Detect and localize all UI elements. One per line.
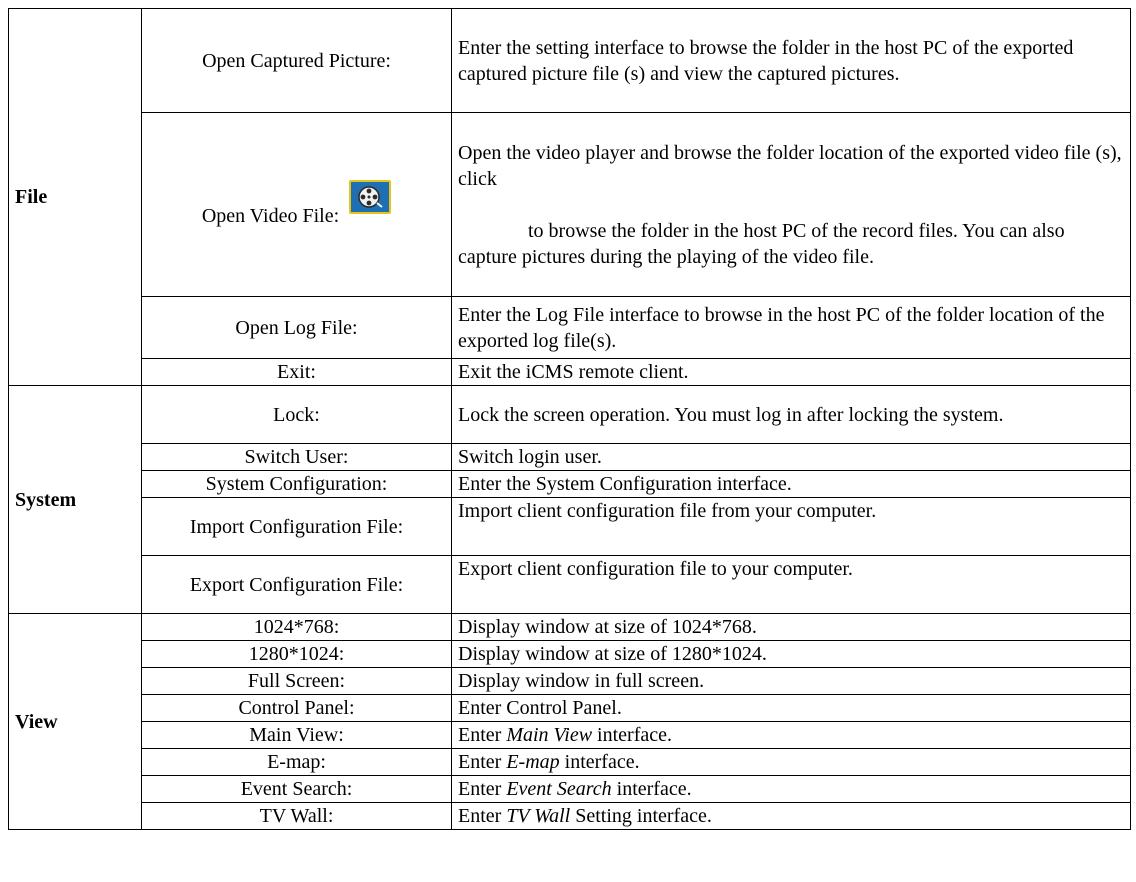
- desc-main-view-post: interface.: [592, 724, 672, 746]
- table-row: System Configuration: Enter the System C…: [9, 470, 1131, 498]
- desc-tv-wall: Enter TV Wall Setting interface.: [451, 802, 1131, 830]
- desc-main-view-pre: Enter: [458, 724, 507, 746]
- item-lock: Lock:: [141, 385, 452, 444]
- desc-full-screen: Display window in full screen.: [451, 667, 1131, 695]
- desc-1024x768: Display window at size of 1024*768.: [451, 613, 1131, 641]
- table-row: System Lock: Lock the screen operation. …: [8, 385, 1131, 614]
- menu-reference-table: File Open Captured Picture: Enter the se…: [8, 8, 1131, 830]
- item-open-video-file: Open Video File:: [141, 112, 452, 297]
- table-row: Open Video File: Open the video player a…: [9, 112, 1131, 297]
- table-row: Switch User: Switch login user.: [9, 443, 1131, 471]
- desc-system-configuration: Enter the System Configuration interface…: [451, 470, 1131, 498]
- item-1024x768: 1024*768:: [141, 613, 452, 641]
- desc-switch-user: Switch login user.: [451, 443, 1131, 471]
- category-file: File: [8, 8, 142, 386]
- table-row: Event Search: Enter Event Search interfa…: [9, 775, 1131, 803]
- video-file-icon: [349, 180, 392, 214]
- table-row: E-map: Enter E-map interface.: [9, 748, 1131, 776]
- item-export-configuration-file: Export Configuration File:: [141, 555, 452, 614]
- item-open-captured-picture: Open Captured Picture:: [141, 8, 452, 113]
- desc-tv-wall-post: Setting interface.: [570, 805, 712, 827]
- desc-exit: Exit the iCMS remote client.: [451, 358, 1131, 386]
- table-row: 1280*1024: Display window at size of 128…: [9, 640, 1131, 668]
- desc-open-log-file: Enter the Log File interface to browse i…: [451, 296, 1131, 359]
- desc-event-search-em: Event Search: [506, 778, 612, 800]
- desc-event-search: Enter Event Search interface.: [451, 775, 1131, 803]
- desc-e-map-pre: Enter: [458, 751, 507, 773]
- item-main-view: Main View:: [141, 721, 452, 749]
- desc-main-view-em: Main View: [506, 724, 593, 746]
- desc-e-map: Enter E-map interface.: [451, 748, 1131, 776]
- item-event-search: Event Search:: [141, 775, 452, 803]
- item-system-configuration: System Configuration:: [141, 470, 452, 498]
- desc-event-search-post: interface.: [611, 778, 692, 800]
- table-row: Exit: Exit the iCMS remote client.: [9, 358, 1131, 386]
- item-open-video-file-label: Open Video File:: [201, 205, 340, 227]
- category-view: View: [8, 613, 142, 830]
- desc-lock: Lock the screen operation. You must log …: [451, 385, 1131, 444]
- item-exit: Exit:: [141, 358, 452, 386]
- desc-tv-wall-em: TV Wall: [506, 805, 571, 827]
- desc-tv-wall-pre: Enter: [458, 805, 507, 827]
- item-control-panel: Control Panel:: [141, 694, 452, 722]
- table-row: Main View: Enter Main View interface.: [9, 721, 1131, 749]
- category-system: System: [8, 385, 142, 614]
- desc-import-configuration-file: Import client configuration file from yo…: [451, 497, 1131, 556]
- desc-main-view: Enter Main View interface.: [451, 721, 1131, 749]
- desc-e-map-em: E-map: [506, 751, 560, 773]
- table-row: View 1024*768: Display window at size of…: [8, 613, 1131, 830]
- table-row: Export Configuration File: Export client…: [9, 555, 1131, 614]
- desc-1280x1024: Display window at size of 1280*1024.: [451, 640, 1131, 668]
- desc-open-captured-picture: Enter the setting interface to browse th…: [451, 8, 1131, 113]
- desc-event-search-pre: Enter: [458, 778, 507, 800]
- desc-open-video-file: Open the video player and browse the fol…: [451, 112, 1131, 297]
- item-full-screen: Full Screen:: [141, 667, 452, 695]
- item-open-log-file: Open Log File:: [141, 296, 452, 359]
- item-e-map: E-map:: [141, 748, 452, 776]
- table-row: File Open Captured Picture: Enter the se…: [8, 8, 1131, 386]
- table-row: Import Configuration File: Import client…: [9, 497, 1131, 556]
- item-1280x1024: 1280*1024:: [141, 640, 452, 668]
- desc-export-configuration-file: Export client configuration file to your…: [451, 555, 1131, 614]
- desc-control-panel: Enter Control Panel.: [451, 694, 1131, 722]
- desc-e-map-post: interface.: [559, 751, 640, 773]
- table-row: Control Panel: Enter Control Panel.: [9, 694, 1131, 722]
- table-row: Open Log File: Enter the Log File interf…: [9, 296, 1131, 359]
- item-import-configuration-file: Import Configuration File:: [141, 497, 452, 556]
- item-switch-user: Switch User:: [141, 443, 452, 471]
- item-tv-wall: TV Wall:: [141, 802, 452, 830]
- table-row: Full Screen: Display window in full scre…: [9, 667, 1131, 695]
- desc-open-video-file-part1: Open the video player and browse the fol…: [458, 141, 1122, 190]
- desc-open-video-file-part2: to browse the folder in the host PC of t…: [458, 219, 1065, 268]
- table-row: TV Wall: Enter TV Wall Setting interface…: [9, 802, 1131, 830]
